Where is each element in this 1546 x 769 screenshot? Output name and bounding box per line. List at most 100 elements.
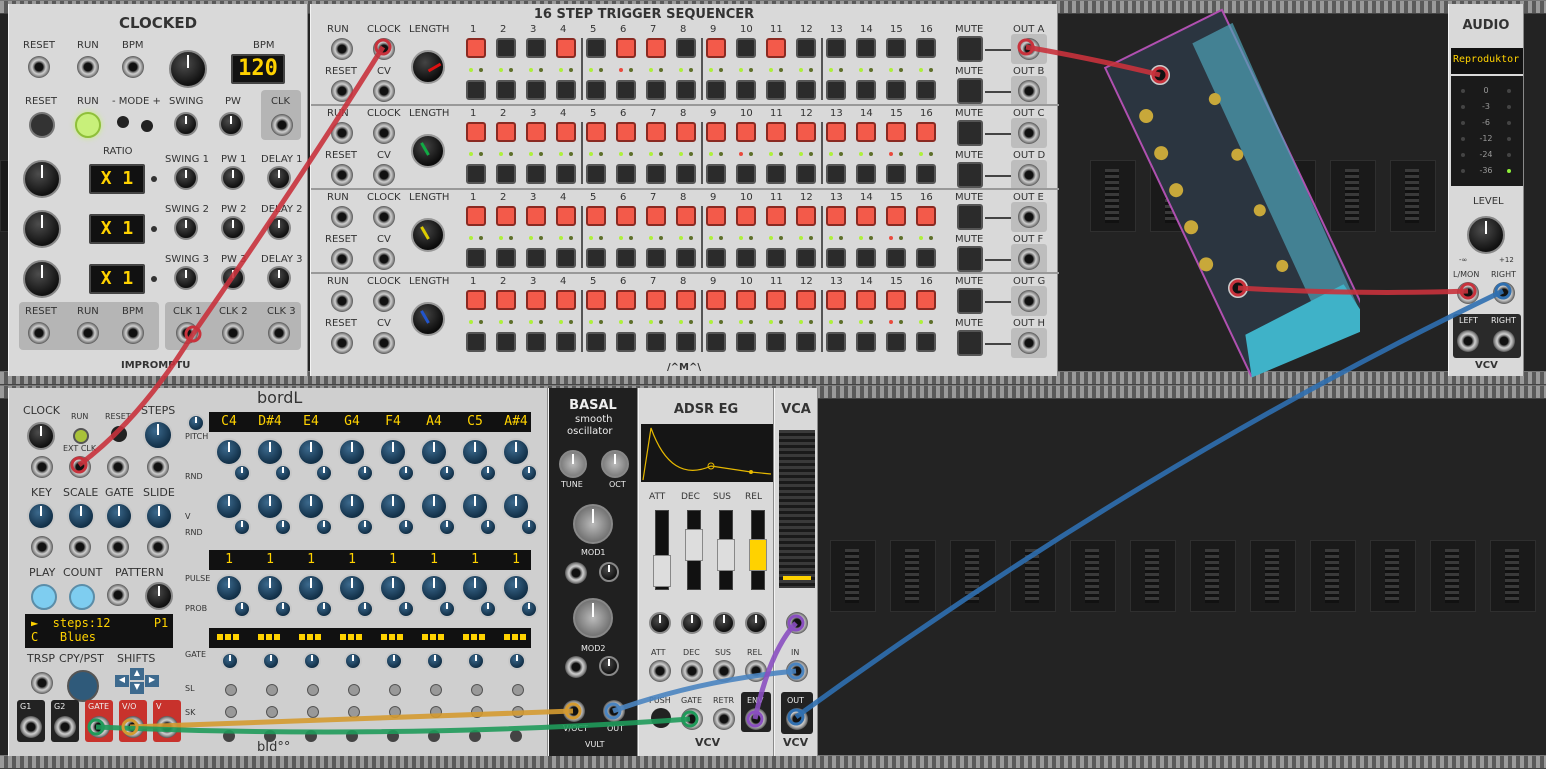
skip-switch[interactable] — [389, 706, 401, 718]
bordl-output-jack[interactable] — [54, 716, 76, 738]
step-button[interactable] — [496, 290, 516, 310]
gate-mode-knob[interactable] — [221, 652, 239, 670]
step-button[interactable] — [826, 80, 846, 100]
velocity-knob[interactable] — [256, 492, 284, 520]
step-button[interactable] — [916, 248, 936, 268]
velocity-rnd-knob[interactable] — [233, 518, 251, 536]
step-button[interactable] — [916, 164, 936, 184]
bpm-output-jack[interactable] — [122, 322, 144, 344]
step-button[interactable] — [826, 248, 846, 268]
prob-knob[interactable] — [520, 600, 538, 618]
mod1-knob[interactable] — [573, 504, 613, 544]
oct-knob[interactable] — [601, 450, 629, 478]
sustain-cv-jack[interactable] — [713, 660, 735, 682]
trigger-output-jack[interactable] — [1018, 248, 1040, 270]
step-button[interactable] — [676, 80, 696, 100]
device-input-jack[interactable] — [1150, 65, 1170, 85]
step-button[interactable] — [676, 206, 696, 226]
step-button[interactable] — [826, 38, 846, 58]
prob-knob[interactable] — [356, 600, 374, 618]
decay-cv-knob[interactable] — [681, 612, 703, 634]
velocity-rnd-knob[interactable] — [520, 518, 538, 536]
clk1-output-jack[interactable] — [176, 322, 198, 344]
reset-input-jack[interactable] — [331, 248, 353, 270]
level-knob[interactable] — [1467, 216, 1505, 254]
steps-knob[interactable] — [143, 420, 173, 450]
slide-switch[interactable] — [348, 684, 360, 696]
step-select-button[interactable] — [223, 730, 235, 742]
attack-slider[interactable] — [653, 510, 671, 590]
step-button[interactable] — [766, 206, 786, 226]
mute-button[interactable] — [957, 120, 983, 146]
pw-knob[interactable] — [221, 166, 245, 190]
shift-up-icon[interactable]: ▲ — [130, 668, 144, 680]
pw-knob[interactable] — [221, 266, 245, 290]
bordl-output-jack[interactable] — [88, 716, 110, 738]
step-button[interactable] — [466, 122, 486, 142]
step-button[interactable] — [706, 80, 726, 100]
pitch-rnd-knob[interactable] — [356, 464, 374, 482]
gate-mode-knob[interactable] — [508, 652, 526, 670]
bordl-output-jack[interactable] — [156, 716, 178, 738]
step-button[interactable] — [616, 80, 636, 100]
step-button[interactable] — [496, 80, 516, 100]
release-cv-jack[interactable] — [745, 660, 767, 682]
gate-mode-knob[interactable] — [426, 652, 444, 670]
step-button[interactable] — [466, 332, 486, 352]
pitch-rnd-knob[interactable] — [438, 464, 456, 482]
pulse-knob[interactable] — [379, 574, 407, 602]
step-button[interactable] — [526, 290, 546, 310]
step-button[interactable] — [616, 248, 636, 268]
step-button[interactable] — [796, 206, 816, 226]
trigger-output-jack[interactable] — [1018, 206, 1040, 228]
step-button[interactable] — [766, 332, 786, 352]
count-button[interactable] — [69, 584, 95, 610]
clock-input-jack[interactable] — [373, 206, 395, 228]
step-button[interactable] — [676, 290, 696, 310]
slide-switch[interactable] — [471, 684, 483, 696]
pulse-knob[interactable] — [256, 574, 284, 602]
mute-button[interactable] — [957, 330, 983, 356]
pitch-knob[interactable] — [338, 438, 366, 466]
pitch-knob[interactable] — [379, 438, 407, 466]
mute-button[interactable] — [957, 36, 983, 62]
delay-knob[interactable] — [267, 266, 291, 290]
step-button[interactable] — [706, 206, 726, 226]
step-button[interactable] — [856, 80, 876, 100]
tune-knob[interactable] — [559, 450, 587, 478]
gate-input-jack[interactable] — [107, 536, 129, 558]
pitch-knob[interactable] — [420, 438, 448, 466]
mode-minus-button[interactable] — [117, 116, 129, 128]
step-button[interactable] — [796, 248, 816, 268]
reset-input-jack[interactable] — [331, 80, 353, 102]
swing-knob[interactable] — [174, 112, 198, 136]
clock-input-jack[interactable] — [373, 290, 395, 312]
mute-button[interactable] — [957, 288, 983, 314]
clock-input-jack[interactable] — [31, 456, 53, 478]
slide-switch[interactable] — [389, 684, 401, 696]
step-button[interactable] — [706, 122, 726, 142]
step-button[interactable] — [496, 122, 516, 142]
step-button[interactable] — [766, 248, 786, 268]
pw-knob[interactable] — [221, 216, 245, 240]
run-input-jack[interactable] — [331, 206, 353, 228]
step-button[interactable] — [556, 164, 576, 184]
swing-knob[interactable] — [174, 266, 198, 290]
cv-input-jack[interactable] — [373, 80, 395, 102]
step-button[interactable] — [706, 164, 726, 184]
step-button[interactable] — [826, 122, 846, 142]
mod1-amount-knob[interactable] — [599, 562, 619, 582]
gate-mode-knob[interactable] — [344, 652, 362, 670]
step-button[interactable] — [646, 164, 666, 184]
pulse-knob[interactable] — [420, 574, 448, 602]
pulse-knob[interactable] — [461, 574, 489, 602]
skip-switch[interactable] — [512, 706, 524, 718]
step-button[interactable] — [886, 164, 906, 184]
reset-button[interactable] — [29, 112, 55, 138]
length-knob[interactable] — [411, 134, 445, 168]
cv-input-jack[interactable] — [786, 612, 808, 634]
velocity-rnd-knob[interactable] — [274, 518, 292, 536]
key-knob[interactable] — [27, 502, 55, 530]
trigger-output-jack[interactable] — [1018, 80, 1040, 102]
step-button[interactable] — [886, 206, 906, 226]
